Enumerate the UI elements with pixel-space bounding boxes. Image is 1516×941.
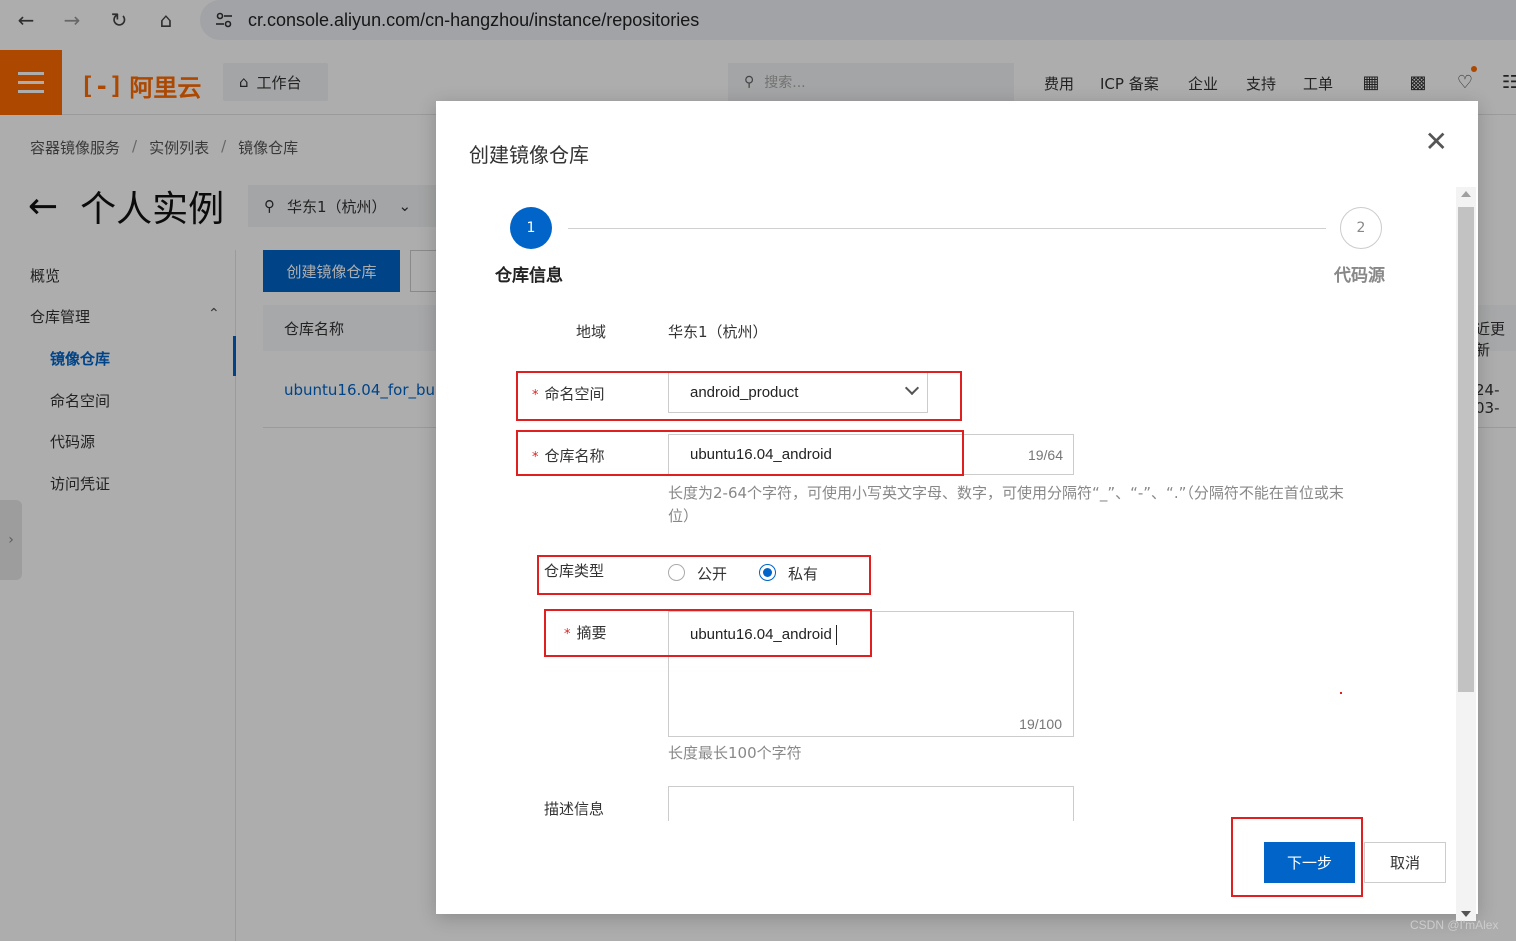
- close-icon[interactable]: ✕: [1425, 125, 1448, 158]
- next-step-button[interactable]: 下一步: [1264, 842, 1355, 883]
- namespace-label-text: 命名空间: [544, 385, 605, 403]
- repo-name-counter: 19/64: [1027, 447, 1063, 463]
- summary-hint: 长度最长100个字符: [668, 744, 802, 762]
- dialog-scrollbar[interactable]: [1456, 187, 1476, 921]
- text-cursor: [836, 625, 837, 645]
- radio-private-label[interactable]: 私有: [788, 563, 818, 584]
- namespace-value: android_product: [690, 384, 799, 401]
- repo-name-hint: 长度为2-64个字符，可使用小写英文字母、数字，可使用分隔符“_”、“-”、“.…: [668, 484, 1344, 525]
- radio-public-label[interactable]: 公开: [697, 563, 727, 584]
- step-2-indicator: 2: [1340, 207, 1382, 249]
- summary-label-text: 摘要: [576, 624, 607, 642]
- summary-value: ubuntu16.04_android: [690, 626, 832, 643]
- watermark: CSDN @I'mAlex: [1410, 918, 1499, 932]
- step-1-indicator: 1: [510, 207, 552, 249]
- repo-name-label: * 仓库名称: [532, 445, 605, 466]
- dialog-title: 创建镜像仓库: [469, 143, 589, 167]
- repo-type-label: 仓库类型: [544, 562, 605, 580]
- repo-name-input[interactable]: ubuntu16.04_android 19/64: [668, 434, 1074, 475]
- radio-public[interactable]: [668, 564, 685, 581]
- required-mark: *: [564, 627, 571, 642]
- region-value: 华东1（杭州）: [668, 323, 768, 341]
- radio-private[interactable]: [759, 564, 776, 581]
- namespace-label: * 命名空间: [532, 383, 605, 404]
- summary-label: * 摘要: [564, 622, 607, 643]
- required-mark: *: [532, 388, 539, 403]
- summary-textarea[interactable]: ubuntu16.04_android 19/100: [668, 611, 1074, 737]
- scroll-down-icon[interactable]: [1461, 911, 1471, 917]
- namespace-select[interactable]: android_product: [668, 372, 928, 413]
- step-1-label: 仓库信息: [495, 266, 563, 286]
- required-mark: *: [532, 450, 539, 465]
- step-connector: [568, 228, 1326, 229]
- summary-counter: 19/100: [1019, 716, 1062, 732]
- chevron-down-icon: [904, 380, 920, 396]
- repo-name-value: ubuntu16.04_android: [690, 446, 832, 463]
- annotation-dot: [1340, 692, 1342, 694]
- create-repo-dialog: 创建镜像仓库 ✕ 1 2 仓库信息 代码源 地域 华东1（杭州） * 命名空间 a…: [436, 101, 1478, 921]
- cancel-button[interactable]: 取消: [1364, 842, 1446, 883]
- scrollbar-thumb[interactable]: [1458, 207, 1474, 692]
- step-2-label: 代码源: [1334, 266, 1385, 286]
- region-label: 地域: [576, 323, 607, 341]
- repo-name-label-text: 仓库名称: [544, 447, 605, 465]
- description-label: 描述信息: [544, 800, 605, 818]
- scroll-up-icon[interactable]: [1461, 191, 1471, 197]
- description-textarea[interactable]: [668, 786, 1074, 821]
